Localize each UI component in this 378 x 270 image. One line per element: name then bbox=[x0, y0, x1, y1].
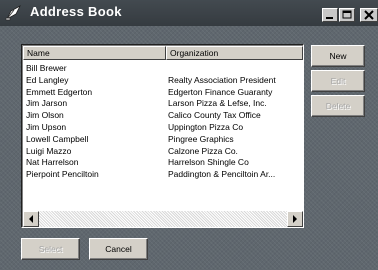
list-row[interactable]: Luigi Mazzo Calzone Pizza Co. bbox=[26, 145, 303, 158]
list-row[interactable]: Lowell Campbell Pingree Graphics bbox=[26, 133, 303, 146]
list-rows: Bill Brewer Ed Langley Realty Association… bbox=[26, 63, 303, 181]
select-button[interactable]: Select bbox=[21, 238, 80, 260]
arrow-right-icon bbox=[293, 215, 297, 223]
horizontal-scrollbar[interactable] bbox=[23, 211, 303, 227]
edit-button[interactable]: Edit bbox=[311, 70, 365, 92]
column-header-organization[interactable]: Organization bbox=[166, 46, 303, 60]
list-row[interactable]: Bill Brewer bbox=[26, 63, 303, 75]
contact-name: Lowell Campbell bbox=[26, 133, 89, 144]
list-row[interactable]: Jim Upson Uppington Pizza Co bbox=[26, 121, 303, 134]
scroll-right-button[interactable] bbox=[287, 211, 303, 227]
contact-organization: Realty Association President bbox=[168, 74, 276, 85]
contact-organization: Calzone Pizza Co. bbox=[168, 145, 238, 156]
column-header-name[interactable]: Name bbox=[23, 46, 166, 60]
contact-name: Emmett Edgerton bbox=[26, 86, 93, 97]
title-bar[interactable]: Address Book bbox=[0, 0, 378, 26]
contact-organization: Uppington Pizza Co bbox=[168, 121, 244, 132]
contact-organization: Pingree Graphics bbox=[168, 133, 234, 144]
list-header: Name Organization bbox=[23, 46, 303, 60]
list-row[interactable]: Jim Olson Calico County Tax Office bbox=[26, 110, 303, 122]
list-row[interactable]: Pierpoint Penciltoin Paddington & Pencilt… bbox=[26, 169, 303, 181]
list-row[interactable]: Ed Langley Realty Association President bbox=[26, 74, 303, 87]
contact-name: Jim Olson bbox=[26, 110, 64, 121]
window-title: Address Book bbox=[30, 4, 122, 19]
maximize-icon bbox=[342, 10, 352, 19]
contact-name: Luigi Mazzo bbox=[26, 145, 72, 156]
contact-name: Jim Upson bbox=[26, 121, 67, 132]
contact-organization bbox=[168, 63, 302, 75]
list-row[interactable]: Nat Harrelson Harrelson Shingle Co bbox=[26, 157, 303, 169]
arrow-left-icon bbox=[29, 215, 33, 223]
address-book-window: Address Book Name Organization Bill Brew… bbox=[0, 0, 378, 270]
list-row[interactable]: Jim Jarson Larson Pizza & Lefse, Inc. bbox=[26, 98, 303, 110]
cancel-button[interactable]: Cancel bbox=[89, 238, 148, 260]
address-book-quill-icon bbox=[5, 5, 23, 21]
minimize-button[interactable] bbox=[322, 8, 338, 22]
contact-name: Bill Brewer bbox=[26, 63, 67, 73]
contact-organization: Edgerton Finance Guaranty bbox=[168, 86, 273, 97]
contact-list[interactable]: Name Organization Bill Brewer Ed Langley… bbox=[21, 44, 304, 228]
close-icon bbox=[364, 10, 374, 20]
list-row[interactable]: Emmett Edgerton Edgerton Finance Guaranty bbox=[26, 86, 303, 99]
contact-organization: Paddington & Penciltoin Ar... bbox=[168, 169, 276, 180]
contact-name: Ed Langley bbox=[26, 74, 69, 85]
delete-button[interactable]: Delete bbox=[311, 95, 365, 117]
contact-name: Pierpoint Penciltoin bbox=[26, 169, 99, 180]
scroll-left-button[interactable] bbox=[23, 211, 39, 227]
new-button[interactable]: New bbox=[311, 45, 365, 67]
contact-name: Nat Harrelson bbox=[26, 157, 79, 168]
close-button[interactable] bbox=[360, 8, 378, 22]
contact-name: Jim Jarson bbox=[26, 98, 68, 109]
contact-organization: Harrelson Shingle Co bbox=[168, 157, 249, 168]
contact-organization: Larson Pizza & Lefse, Inc. bbox=[168, 98, 267, 109]
contact-organization: Calico County Tax Office bbox=[168, 110, 261, 121]
minimize-icon bbox=[326, 17, 333, 19]
maximize-button[interactable] bbox=[339, 8, 355, 22]
